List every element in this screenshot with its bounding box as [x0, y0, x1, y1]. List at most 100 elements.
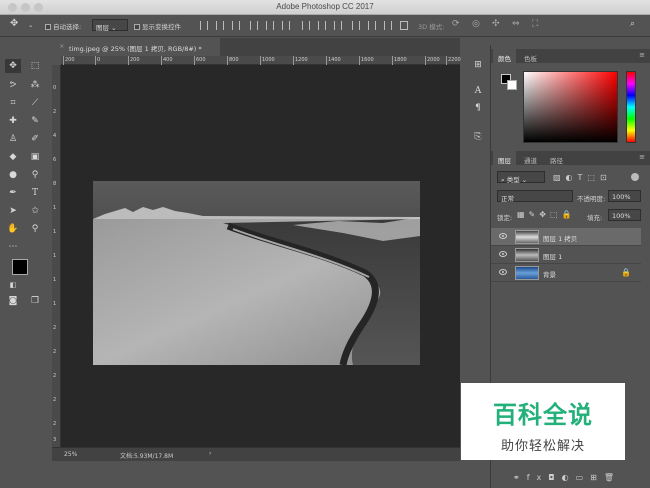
tab-swatches[interactable]: 色板: [519, 49, 542, 63]
color-picker-field[interactable]: [523, 71, 618, 143]
pen-tool-icon[interactable]: ✒: [5, 186, 21, 200]
eyedropper-icon[interactable]: ⟋: [27, 96, 43, 110]
distribute-vcenter-icon[interactable]: [318, 21, 326, 30]
align-right-icon[interactable]: [282, 21, 290, 30]
search-icon[interactable]: ⌕: [630, 19, 635, 29]
distribute-right-icon[interactable]: [384, 21, 392, 30]
opacity-input[interactable]: 100%: [608, 190, 641, 202]
blend-mode-dropdown[interactable]: 正常: [497, 190, 573, 203]
align-vcenter-icon[interactable]: [216, 21, 224, 30]
horizontal-ruler[interactable]: 200 0 200 400 600 800 1000 1200 1400 160…: [61, 56, 461, 65]
chevron-down-icon[interactable]: ⌄: [28, 21, 33, 29]
visibility-eye-icon[interactable]: [499, 233, 507, 239]
ruler-tick: 3: [53, 437, 57, 443]
brush-tool-icon[interactable]: ✎: [27, 114, 43, 128]
window-title: Adobe Photoshop CC 2017: [276, 2, 374, 11]
eraser-tool-icon[interactable]: ◆: [5, 150, 21, 164]
fill-input[interactable]: 100%: [608, 209, 641, 221]
canvas-area[interactable]: [61, 65, 460, 447]
path-selection-icon[interactable]: ➤: [5, 204, 21, 218]
ruler-tick: 2: [53, 325, 57, 331]
ruler-tick: 8: [53, 181, 57, 187]
layer-row[interactable]: 图层 1: [491, 246, 641, 264]
distribute-top-icon[interactable]: [302, 21, 310, 30]
layers-panel-tabs: 图层 通道 路径 ≡: [491, 151, 650, 165]
distribute-left-icon[interactable]: [352, 21, 360, 30]
quick-mask-icon[interactable]: ◙: [5, 294, 21, 308]
3d-slide-icon[interactable]: ⇔: [512, 19, 520, 29]
align-top-icon[interactable]: [200, 21, 208, 30]
default-colors-icon[interactable]: ◧: [5, 278, 21, 292]
tab-channels[interactable]: 通道: [519, 151, 542, 165]
move-tool-icon[interactable]: ✥: [5, 59, 21, 73]
3d-orbit-icon[interactable]: ⟳: [452, 19, 460, 29]
ruler-tick: 200: [63, 56, 75, 65]
more-tools-icon[interactable]: ⋯: [5, 240, 21, 254]
auto-select-dropdown[interactable]: 图层 ⌄: [92, 19, 128, 32]
zoom-level[interactable]: 25%: [64, 451, 77, 458]
visibility-eye-icon[interactable]: [499, 269, 507, 275]
align-left-icon[interactable]: [250, 21, 258, 30]
close-tab-icon[interactable]: ×: [59, 42, 64, 50]
character-panel-icon[interactable]: A: [470, 84, 486, 98]
layer-row[interactable]: 背景 🔒: [491, 264, 641, 282]
blur-tool-icon[interactable]: ●: [5, 168, 21, 182]
auto-align-icon[interactable]: [400, 21, 408, 30]
status-arrow-icon[interactable]: ›: [209, 450, 211, 457]
distribute-bottom-icon[interactable]: [334, 21, 342, 30]
background-color-chip[interactable]: [507, 80, 517, 90]
paragraph-panel-icon[interactable]: ¶: [470, 101, 486, 115]
align-bottom-icon[interactable]: [232, 21, 240, 30]
libraries-icon[interactable]: ⊞: [470, 58, 486, 72]
document-image[interactable]: [93, 181, 420, 365]
screen-mode-icon[interactable]: ❐: [27, 294, 43, 308]
clone-stamp-icon[interactable]: ♙: [5, 132, 21, 146]
layer-filter-dropdown[interactable]: ⌕ 类型 ⌄: [497, 171, 545, 184]
layer-thumbnail: [515, 266, 539, 280]
magic-wand-icon[interactable]: ⁂: [27, 78, 43, 92]
lasso-tool-icon[interactable]: ᕗ: [5, 78, 21, 92]
crop-tool-icon[interactable]: ⌗: [5, 96, 21, 110]
marquee-tool-icon[interactable]: ⬚: [27, 59, 43, 73]
tab-layers[interactable]: 图层: [493, 151, 516, 165]
ruler-tick: 2200: [446, 56, 461, 65]
vertical-ruler[interactable]: 0 2 4 6 8 1 1 1 1 1 2 2 2 2 2 3: [52, 65, 61, 447]
document-tab[interactable]: × timg.jpeg @ 25% (图层 1 拷贝, RGB/8#) *: [55, 38, 220, 56]
filter-toggle-icon[interactable]: [631, 173, 639, 181]
hue-slider[interactable]: [626, 71, 636, 143]
layers-bottom-toolbar[interactable]: ⚭fx◘◐▭⊞🗑: [513, 473, 621, 482]
panel-menu-icon[interactable]: ≡: [639, 51, 645, 59]
lock-icons[interactable]: ▦✎✥⬚🔒: [517, 210, 575, 219]
dodge-tool-icon[interactable]: ⚲: [27, 168, 43, 182]
type-tool-icon[interactable]: T: [27, 186, 43, 200]
align-hcenter-icon[interactable]: [266, 21, 274, 30]
distribute-hcenter-icon[interactable]: [368, 21, 376, 30]
3d-scale-icon[interactable]: ⛶: [532, 19, 538, 29]
shape-tool-icon[interactable]: ✩: [27, 204, 43, 218]
layer-row[interactable]: 图层 1 拷贝: [491, 228, 641, 246]
history-brush-icon[interactable]: ✐: [27, 132, 43, 146]
ruler-tick: 800: [227, 56, 239, 65]
zoom-tool-icon[interactable]: ⚲: [27, 222, 43, 236]
ruler-tick: 400: [161, 56, 173, 65]
tab-paths[interactable]: 路径: [545, 151, 568, 165]
fill-value: 100%: [612, 212, 631, 220]
layer-filter-icons[interactable]: ▨◐T⬚⊡: [553, 173, 612, 182]
tab-color[interactable]: 颜色: [493, 49, 516, 63]
ruler-tick: 1: [53, 253, 57, 259]
history-panel-icon[interactable]: ⎘: [470, 130, 486, 144]
watermark-overlay: 百科全说 助你轻松解决: [461, 383, 625, 460]
auto-select-value: 图层: [96, 24, 109, 32]
3d-roll-icon[interactable]: ◎: [472, 19, 480, 29]
move-tool-icon[interactable]: ✥: [10, 18, 18, 29]
gradient-tool-icon[interactable]: ▣: [27, 150, 43, 164]
auto-select-checkbox[interactable]: 自动选择:: [45, 21, 81, 31]
ruler-tick: 0: [95, 56, 101, 65]
hand-tool-icon[interactable]: ✋: [5, 222, 21, 236]
visibility-eye-icon[interactable]: [499, 251, 507, 257]
healing-brush-icon[interactable]: ✚: [5, 114, 21, 128]
panel-menu-icon[interactable]: ≡: [639, 153, 645, 161]
show-transform-checkbox[interactable]: 显示变换控件: [134, 21, 181, 31]
3d-pan-icon[interactable]: ✣: [492, 19, 500, 29]
foreground-color-swatch[interactable]: [12, 259, 28, 275]
